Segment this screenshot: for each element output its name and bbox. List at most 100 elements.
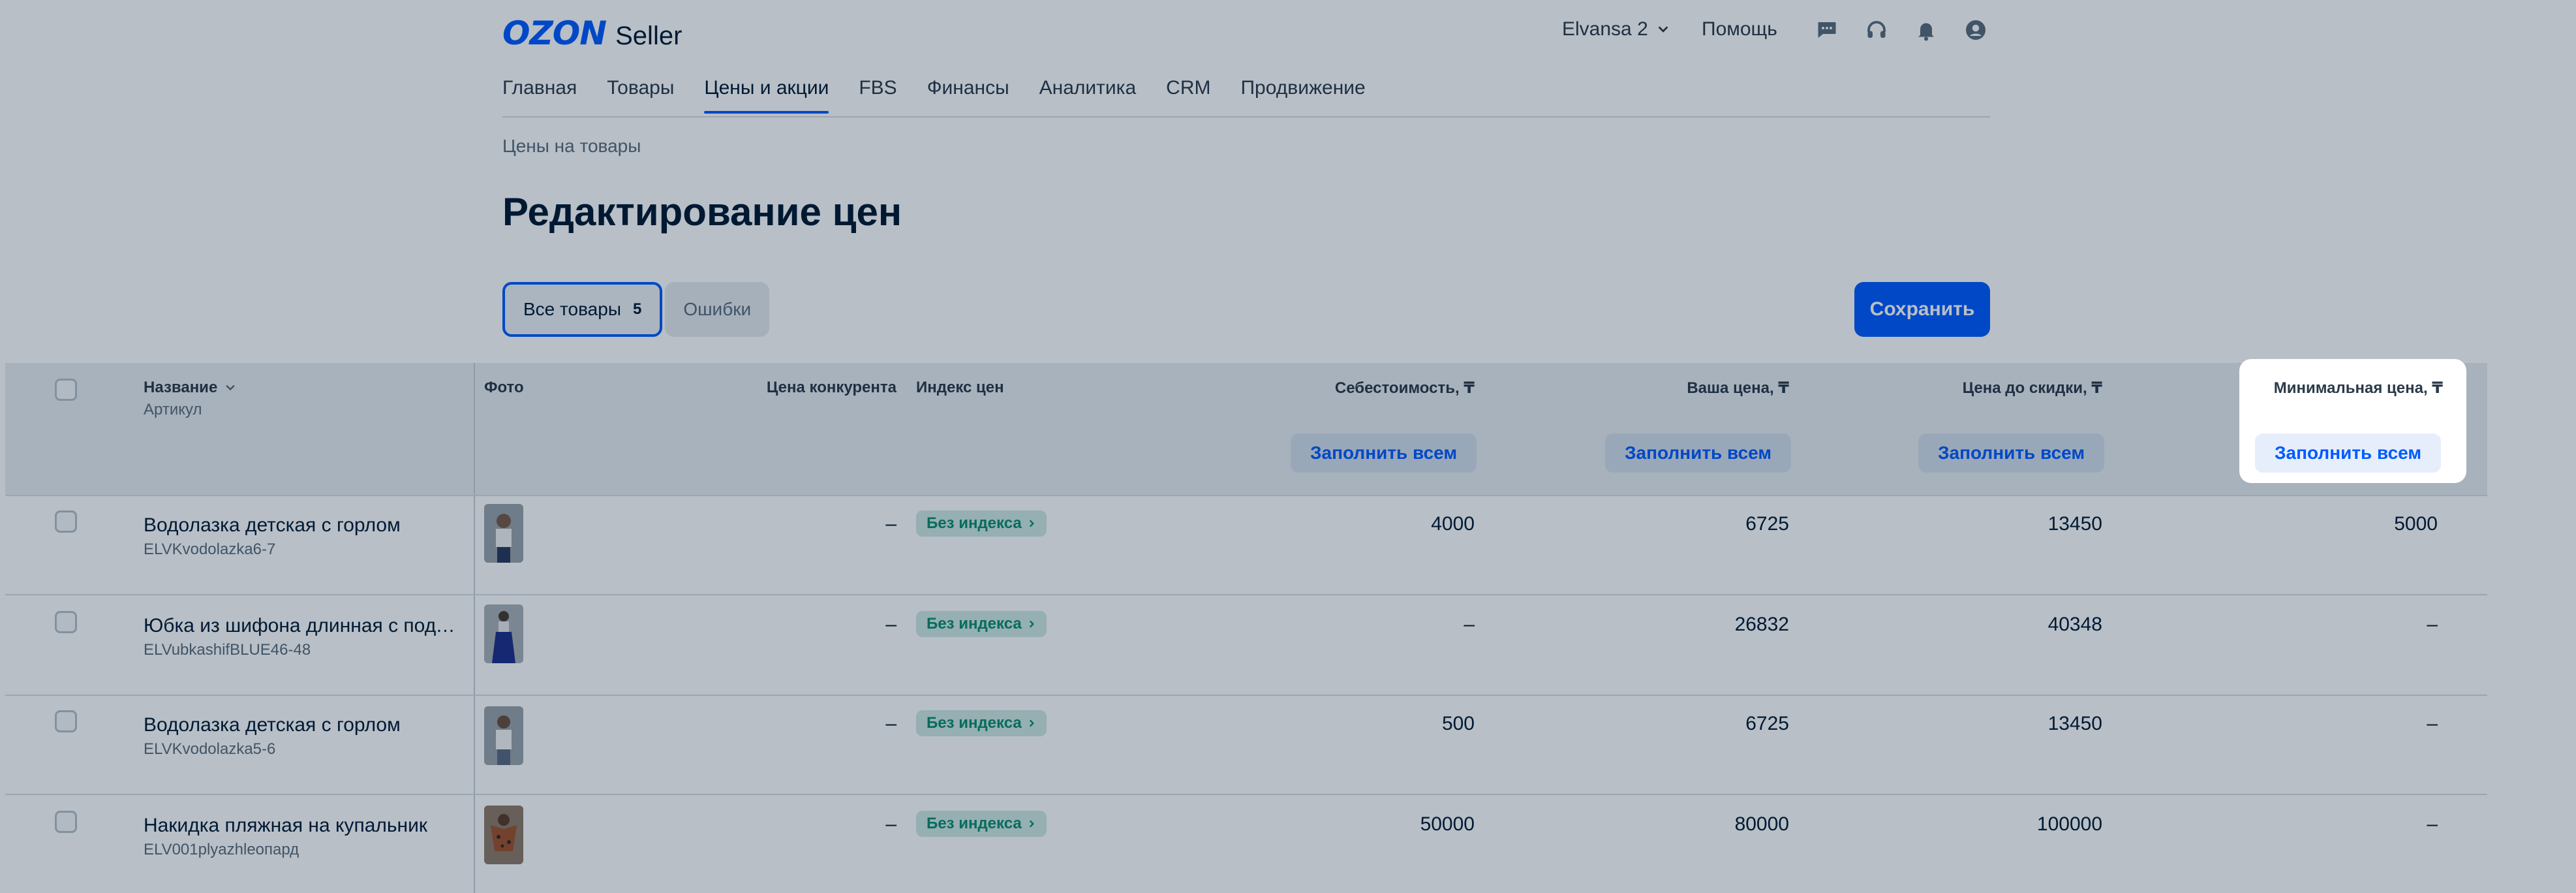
nav-item-products[interactable]: Товары: [607, 77, 674, 114]
nav-item-crm[interactable]: CRM: [1166, 77, 1210, 114]
filter-tabs: Все товары 5 Ошибки: [502, 282, 770, 337]
chevron-right-icon: [1029, 820, 1034, 828]
nav-item-promotion[interactable]: Продвижение: [1240, 77, 1365, 114]
product-photo[interactable]: [484, 504, 523, 563]
competitor-price: –: [885, 713, 897, 734]
fill-all-price-button[interactable]: Заполнить всем: [1605, 433, 1792, 473]
chevron-right-icon: [1029, 620, 1034, 628]
your-price-value[interactable]: 6725: [1541, 513, 1789, 535]
price-before-discount-value[interactable]: 13450: [1854, 513, 2102, 535]
select-all-checkbox[interactable]: [55, 379, 77, 401]
sort-chevron-icon: [226, 384, 236, 391]
price-index-label: Без индекса: [927, 514, 1022, 532]
cost-value[interactable]: 4000: [1227, 513, 1475, 535]
your-price-value[interactable]: 6725: [1541, 713, 1789, 735]
product-sku: ELVKvodolazka6-7: [144, 540, 276, 558]
price-index-badge[interactable]: Без индекса: [916, 510, 1047, 537]
competitor-price: –: [885, 813, 897, 835]
product-cell[interactable]: Водолазка детская с горлом ELVKvodolazka…: [144, 714, 463, 759]
tab-all-count: 5: [632, 300, 642, 318]
price-index-badge[interactable]: Без индекса: [916, 710, 1047, 736]
product-sku: ELV001plyazhleопард: [144, 841, 299, 858]
name-column-header[interactable]: Название Артикул: [144, 379, 237, 419]
ozon-seller-logo[interactable]: OZON Seller: [502, 14, 682, 52]
account-switcher[interactable]: Elvansa 2: [1562, 18, 1670, 40]
account-name: Elvansa 2: [1562, 18, 1648, 40]
competitor-price: –: [885, 513, 897, 535]
product-sku: ELVKvodolazka5-6: [144, 740, 276, 758]
min-price-value[interactable]: 5000: [2192, 513, 2438, 535]
min-price-header: Минимальная цена, ₸: [2273, 379, 2443, 397]
min-price-value[interactable]: –: [2192, 614, 2438, 636]
nav-item-analytics[interactable]: Аналитика: [1039, 77, 1137, 114]
chevron-right-icon: [1029, 520, 1034, 527]
row-checkbox[interactable]: [55, 710, 77, 732]
price-before-discount-value[interactable]: 40348: [1854, 614, 2102, 636]
nav-divider: [502, 116, 1990, 118]
nav-item-fbs[interactable]: FBS: [859, 77, 897, 114]
user-icon[interactable]: [1963, 17, 1989, 43]
chevron-right-icon: [1029, 719, 1034, 727]
product-cell[interactable]: Водолазка детская с горлом ELVKvodolazka…: [144, 514, 463, 559]
min-price-value[interactable]: –: [2192, 713, 2438, 735]
product-photo[interactable]: [484, 806, 523, 864]
min-price-value[interactable]: –: [2192, 813, 2438, 836]
breadcrumb[interactable]: Цены на товары: [502, 136, 641, 157]
headset-icon[interactable]: [1863, 17, 1890, 43]
fill-all-cost-button[interactable]: Заполнить всем: [1291, 433, 1477, 473]
main-nav: Главная Товары Цены и акции FBS Финансы …: [502, 77, 1396, 114]
name-header-label: Название: [144, 379, 218, 396]
cost-value[interactable]: –: [1227, 614, 1475, 636]
row-checkbox[interactable]: [55, 510, 77, 533]
fill-all-old-price-button[interactable]: Заполнить всем: [1918, 433, 2105, 473]
price-before-discount-value[interactable]: 13450: [1854, 713, 2102, 735]
row-divider: [5, 495, 2487, 496]
min-price-spotlight: Минимальная цена, ₸ Заполнить всем: [2241, 360, 2465, 482]
your-price-value[interactable]: 80000: [1541, 813, 1789, 836]
cost-value[interactable]: 500: [1227, 713, 1475, 735]
cost-header: Себестоимость, ₸: [1334, 379, 1475, 397]
competitor-price-header: Цена конкурента: [766, 379, 897, 396]
article-header-label: Артикул: [144, 401, 202, 418]
price-index-badge[interactable]: Без индекса: [916, 811, 1047, 837]
nav-item-finance[interactable]: Финансы: [927, 77, 1009, 114]
product-name: Накидка пляжная на купальник: [144, 815, 427, 836]
cost-value[interactable]: 50000: [1227, 813, 1475, 836]
competitor-price: –: [885, 614, 897, 635]
save-button[interactable]: Сохранить: [1854, 282, 1990, 337]
product-cell[interactable]: Юбка из шифона длинная с подъюбником ELV…: [144, 615, 463, 659]
your-price-header: Ваша цена, ₸: [1687, 379, 1789, 397]
price-index-header: Индекс цен: [916, 379, 1004, 396]
nav-item-prices[interactable]: Цены и акции: [704, 77, 829, 114]
product-sku: ELVubkashifBLUE46-48: [144, 641, 311, 659]
price-index-label: Без индекса: [927, 815, 1022, 832]
your-price-value[interactable]: 26832: [1541, 614, 1789, 636]
product-name: Юбка из шифона длинная с подъюбником: [144, 615, 463, 636]
product-photo[interactable]: [484, 604, 523, 663]
price-index-label: Без индекса: [927, 615, 1022, 633]
product-name: Водолазка детская с горлом: [144, 714, 401, 736]
product-photo[interactable]: [484, 706, 523, 765]
row-checkbox[interactable]: [55, 811, 77, 833]
nav-item-main[interactable]: Главная: [502, 77, 577, 114]
bell-icon[interactable]: [1913, 17, 1939, 43]
price-index-badge[interactable]: Без индекса: [916, 611, 1047, 637]
price-before-discount-header: Цена до скидки, ₸: [1962, 379, 2102, 397]
tab-all-products[interactable]: Все товары 5: [502, 282, 663, 337]
page-title: Редактирование цен: [502, 190, 902, 234]
help-link[interactable]: Помощь: [1702, 18, 1777, 40]
row-divider: [5, 695, 2487, 696]
sticky-column-divider: [474, 363, 475, 893]
product-name: Водолазка детская с горлом: [144, 514, 401, 536]
product-cell[interactable]: Накидка пляжная на купальник ELV001plyaz…: [144, 815, 463, 859]
logo-product: Seller: [615, 22, 682, 50]
row-divider: [5, 594, 2487, 595]
chat-icon[interactable]: [1814, 17, 1840, 43]
logo-brand: OZON: [502, 14, 607, 52]
row-divider: [5, 794, 2487, 795]
tab-all-label: Все товары: [523, 299, 621, 319]
price-before-discount-value[interactable]: 100000: [1854, 813, 2102, 836]
row-checkbox[interactable]: [55, 611, 77, 633]
tab-errors[interactable]: Ошибки: [665, 282, 770, 337]
fill-all-min-price-button[interactable]: Заполнить всем: [2255, 433, 2442, 473]
